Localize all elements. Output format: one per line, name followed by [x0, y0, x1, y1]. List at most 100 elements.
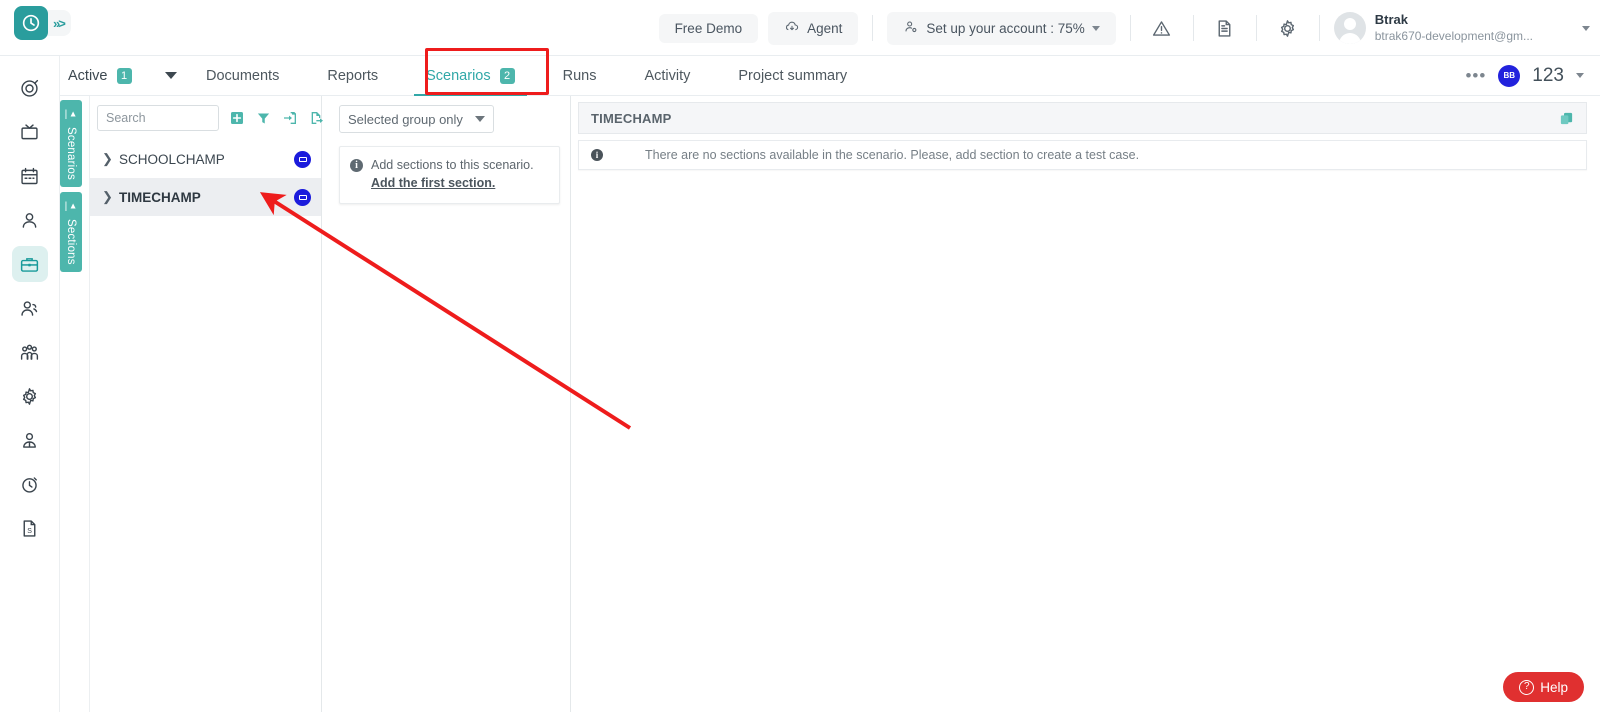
add-first-section-link[interactable]: Add the first section. [371, 176, 549, 190]
scenario-tree-panel: ❯ SCHOOLCHAMP ❯ TIMECHAMP [89, 96, 322, 712]
vtab-scenarios[interactable]: ◂| Scenarios [60, 100, 82, 187]
info-line: i Add sections to this scenario. [350, 158, 549, 172]
chevron-down-icon[interactable] [1576, 73, 1584, 78]
tab-reports[interactable]: Reports [303, 56, 402, 96]
tree-item-label: SCHOOLCHAMP [119, 152, 294, 167]
export-file-icon[interactable] [309, 110, 325, 126]
tree-toolbar [90, 96, 321, 140]
tab-project-summary[interactable]: Project summary [714, 56, 871, 96]
divider [872, 15, 873, 41]
app-logo-area[interactable]: »> [14, 6, 71, 40]
add-square-icon[interactable] [229, 110, 245, 126]
tab-activity[interactable]: Activity [620, 56, 714, 96]
page-title: TIMECHAMP [591, 111, 672, 126]
project-number: 123 [1532, 65, 1564, 87]
rail-item-briefcase[interactable] [12, 246, 48, 282]
user-menu[interactable]: Btrak btrak670-development@gm... [1334, 12, 1590, 44]
info-text: Add sections to this scenario. [371, 158, 534, 172]
setup-account-label: Set up your account : 75% [926, 21, 1084, 36]
avatar [1334, 12, 1366, 44]
chevron-right-icon[interactable]: ❯ [102, 189, 111, 205]
triangle-down-icon[interactable] [475, 116, 485, 122]
group-filter-dropdown[interactable]: Selected group only [339, 105, 494, 133]
tree-row[interactable]: ❯ TIMECHAMP [90, 178, 321, 216]
tree-row[interactable]: ❯ SCHOOLCHAMP [90, 140, 321, 178]
rail-item-calendar[interactable] [12, 158, 48, 194]
vtab-label: Scenarios [65, 127, 77, 180]
vtab-sections[interactable]: ◂| Sections [60, 192, 82, 272]
user-gear-icon [903, 19, 919, 38]
rail-item-team-group[interactable] [12, 334, 48, 370]
divider [1193, 15, 1194, 41]
info-circle-icon: i [350, 159, 363, 172]
user-email: btrak670-development@gm... [1375, 29, 1533, 44]
divider [1130, 15, 1131, 41]
collapse-left-icon: ◂| [64, 200, 78, 211]
sections-panel: Selected group only i Add sections to th… [331, 96, 571, 712]
search-input[interactable] [97, 105, 219, 131]
chevron-right-icon[interactable]: ❯ [102, 151, 111, 167]
tab-documents[interactable]: Documents [182, 56, 303, 96]
import-file-icon[interactable] [282, 110, 298, 126]
tab-label: Reports [327, 68, 378, 84]
cloud-download-icon [784, 19, 800, 38]
tree-item-label: TIMECHAMP [119, 190, 294, 205]
rail-item-user-badge[interactable] [12, 422, 48, 458]
triangle-down-icon[interactable] [165, 72, 177, 79]
free-demo-label: Free Demo [675, 21, 743, 36]
collapse-left-icon: ◂| [64, 109, 78, 120]
gear-icon[interactable] [1271, 11, 1305, 45]
left-icon-rail: S [0, 56, 60, 712]
divider [1319, 15, 1320, 41]
app-root: »> Free Demo Agent [0, 0, 1600, 712]
rail-item-settings[interactable] [12, 378, 48, 414]
rail-item-invoice[interactable]: S [12, 510, 48, 546]
clock-logo-icon[interactable] [14, 6, 48, 40]
status-filter-label: Active [68, 68, 108, 84]
document-icon[interactable] [1208, 11, 1242, 45]
chevron-down-icon[interactable] [1582, 26, 1590, 31]
empty-state-message: There are no sections available in the s… [645, 148, 1139, 162]
question-circle-icon: ? [1519, 680, 1534, 695]
help-button[interactable]: ? Help [1503, 672, 1584, 702]
annotation-highlight-box [425, 48, 549, 95]
keyboard-badge-icon[interactable] [294, 189, 311, 206]
status-filter-count: 1 [117, 68, 132, 84]
tab-runs[interactable]: Runs [539, 56, 621, 96]
vertical-panel-tabs: ◂| Scenarios ◂| Sections [60, 96, 82, 272]
rail-item-target[interactable] [12, 70, 48, 106]
project-avatar[interactable]: BB [1498, 65, 1520, 87]
empty-state-row: i There are no sections available in the… [578, 140, 1587, 170]
vtab-label: Sections [65, 219, 77, 265]
tab-label: Documents [206, 68, 279, 84]
warning-triangle-icon[interactable] [1145, 11, 1179, 45]
divider [1256, 15, 1257, 41]
chevron-down-icon [1092, 26, 1100, 31]
header-actions: Free Demo Agent [659, 0, 1590, 56]
rail-item-user-plus[interactable] [12, 290, 48, 326]
agent-label: Agent [807, 21, 842, 36]
keyboard-badge-icon[interactable] [294, 151, 311, 168]
ellipsis-icon[interactable]: ••• [1465, 66, 1486, 86]
free-demo-button[interactable]: Free Demo [659, 14, 759, 43]
copy-duplicate-icon[interactable] [1559, 111, 1574, 126]
scenario-panel-header: TIMECHAMP [578, 102, 1587, 134]
info-circle-icon: i [591, 149, 603, 161]
filter-funnel-icon[interactable] [256, 111, 271, 126]
project-tabbar: Active 1 Documents Reports Scenarios 2 R… [60, 56, 1600, 96]
rail-item-user[interactable] [12, 202, 48, 238]
user-name: Btrak [1375, 12, 1533, 28]
top-header: »> Free Demo Agent [0, 0, 1600, 56]
rail-item-timer[interactable] [12, 466, 48, 502]
tree-tool-icons [229, 110, 325, 126]
rail-item-monitor[interactable] [12, 114, 48, 150]
scenario-content: TIMECHAMP i There are no sections availa… [572, 96, 1600, 712]
agent-button[interactable]: Agent [768, 12, 858, 45]
help-label: Help [1540, 680, 1568, 695]
tabbar-right-actions: ••• BB 123 [1465, 65, 1600, 87]
status-filter-dropdown[interactable]: Active 1 [60, 68, 182, 84]
add-sections-card: i Add sections to this scenario. Add the… [339, 146, 560, 204]
tab-label: Activity [644, 68, 690, 84]
setup-account-button[interactable]: Set up your account : 75% [887, 12, 1115, 45]
tab-label: Runs [563, 68, 597, 84]
